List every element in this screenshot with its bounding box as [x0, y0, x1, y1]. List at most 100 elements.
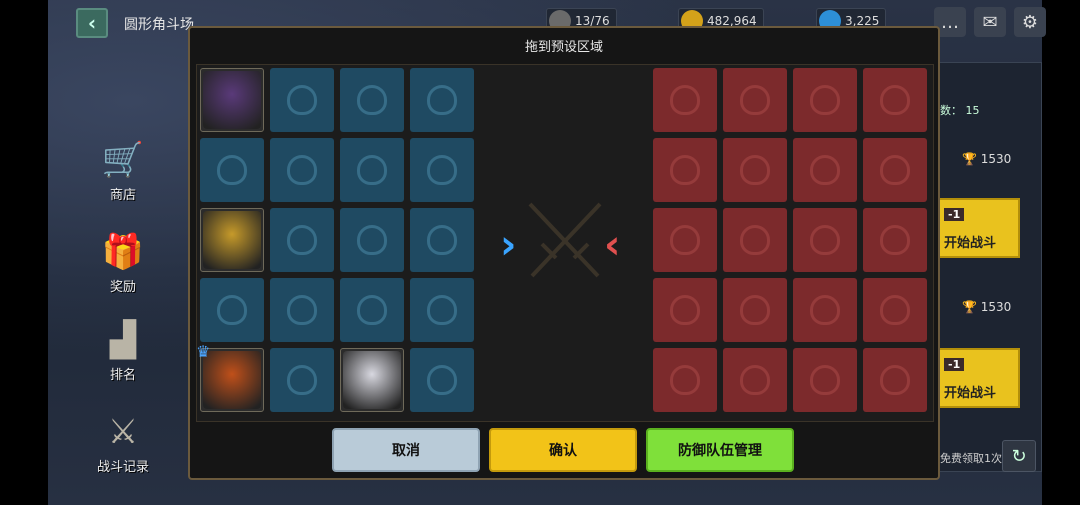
placeholder-hero-icon [880, 155, 910, 185]
enemy-slot [793, 208, 857, 272]
chevron-left-icon: ‹ [604, 222, 621, 268]
enemy-slot [863, 348, 927, 412]
page-title: 圆形角斗场 [124, 17, 194, 33]
placeholder-hero-icon [880, 295, 910, 325]
enemy-slot [793, 278, 857, 342]
empty-ally-slot[interactable] [270, 278, 334, 342]
hero-portrait [203, 211, 261, 269]
enemy-slot [863, 208, 927, 272]
empty-ally-slot[interactable] [410, 208, 474, 272]
empty-ally-slot[interactable] [270, 208, 334, 272]
placeholder-hero-icon [740, 365, 770, 395]
trophy-score: 🏆 1530 [962, 152, 1012, 166]
hero-portrait [203, 71, 261, 129]
placeholder-hero-icon [287, 155, 317, 185]
empty-ally-slot[interactable] [340, 208, 404, 272]
back-button[interactable]: ‹ [76, 8, 108, 38]
gear-icon[interactable]: ⚙ [1014, 7, 1046, 37]
count-label: 数： 15 [940, 104, 980, 117]
hero-slot[interactable] [200, 208, 264, 272]
placeholder-hero-icon [287, 85, 317, 115]
placeholder-hero-icon [427, 365, 457, 395]
sidebar-item-ranking[interactable]: ▟ 排名 [92, 316, 154, 383]
enemy-slot [653, 68, 717, 132]
refresh-icon[interactable]: ↻ [1002, 440, 1036, 472]
placeholder-hero-icon [670, 225, 700, 255]
placeholder-hero-icon [357, 85, 387, 115]
placeholder-hero-icon [427, 225, 457, 255]
enemy-slot [723, 278, 787, 342]
enemy-slot [723, 208, 787, 272]
enemy-slot [723, 348, 787, 412]
sidebar-item-shop[interactable]: 🛒 商店 [92, 136, 154, 203]
placeholder-hero-icon [670, 85, 700, 115]
gift-icon: 🎁 [101, 232, 145, 272]
placeholder-hero-icon [810, 295, 840, 325]
confirm-button[interactable]: 确认 [489, 428, 637, 472]
placeholder-hero-icon [287, 365, 317, 395]
placeholder-hero-icon [880, 225, 910, 255]
placeholder-hero-icon [740, 295, 770, 325]
hero-portrait [203, 351, 261, 409]
placeholder-hero-icon [740, 155, 770, 185]
dialog-title: 拖到预设区域 [524, 40, 603, 55]
placeholder-hero-icon [427, 85, 457, 115]
cancel-button[interactable]: 取消 [332, 428, 480, 472]
opponent-panel [930, 62, 1042, 472]
defense-team-manage-button[interactable]: 防御队伍管理 [646, 428, 794, 472]
hero-slot[interactable] [200, 68, 264, 132]
enemy-slot [653, 348, 717, 412]
free-claim-text: 免费领取1次 [940, 452, 1002, 465]
empty-ally-slot[interactable] [410, 348, 474, 412]
placeholder-hero-icon [427, 155, 457, 185]
empty-ally-slot[interactable] [200, 278, 264, 342]
empty-ally-slot[interactable] [410, 278, 474, 342]
crown-icon: ♛ [196, 342, 211, 361]
empty-ally-slot[interactable] [340, 68, 404, 132]
hero-slot[interactable] [340, 348, 404, 412]
placeholder-hero-icon [880, 365, 910, 395]
enemy-slot [793, 68, 857, 132]
start-battle-button[interactable]: -1 开始战斗 [938, 348, 1020, 408]
placeholder-hero-icon [357, 155, 387, 185]
placeholder-hero-icon [287, 225, 317, 255]
enemy-slot [653, 208, 717, 272]
placeholder-hero-icon [880, 85, 910, 115]
placeholder-hero-icon [810, 155, 840, 185]
placeholder-hero-icon [810, 365, 840, 395]
sidebar-item-battle-log[interactable]: ⚔ 战斗记录 [92, 408, 154, 475]
empty-ally-slot[interactable] [270, 68, 334, 132]
placeholder-hero-icon [810, 85, 840, 115]
placeholder-hero-icon [810, 225, 840, 255]
left-letterbox [0, 0, 48, 505]
placeholder-hero-icon [670, 155, 700, 185]
placeholder-hero-icon [217, 295, 247, 325]
trophy-score: 🏆 1530 [962, 300, 1012, 314]
placeholder-hero-icon [670, 365, 700, 395]
empty-ally-slot[interactable] [340, 278, 404, 342]
enemy-slot [653, 278, 717, 342]
enemy-slot [793, 348, 857, 412]
cart-icon: 🛒 [101, 140, 145, 180]
start-battle-button[interactable]: -1 开始战斗 [938, 198, 1020, 258]
empty-ally-slot[interactable] [270, 348, 334, 412]
placeholder-hero-icon [740, 225, 770, 255]
empty-ally-slot[interactable] [410, 138, 474, 202]
empty-ally-slot[interactable] [410, 68, 474, 132]
podium-icon: ▟ [109, 320, 137, 360]
enemy-slot [863, 68, 927, 132]
sidebar-item-rewards[interactable]: 🎁 奖励 [92, 228, 154, 295]
placeholder-hero-icon [287, 295, 317, 325]
mail-icon[interactable]: ✉ [974, 7, 1006, 37]
placeholder-hero-icon [217, 155, 247, 185]
empty-ally-slot[interactable] [270, 138, 334, 202]
empty-ally-slot[interactable] [340, 138, 404, 202]
enemy-slot [793, 138, 857, 202]
placeholder-hero-icon [357, 295, 387, 325]
enemy-slot [863, 278, 927, 342]
empty-ally-slot[interactable] [200, 138, 264, 202]
hero-portrait [343, 351, 401, 409]
placeholder-hero-icon [670, 295, 700, 325]
right-letterbox [1042, 0, 1080, 505]
battle-log-icon: ⚔ [107, 412, 139, 452]
